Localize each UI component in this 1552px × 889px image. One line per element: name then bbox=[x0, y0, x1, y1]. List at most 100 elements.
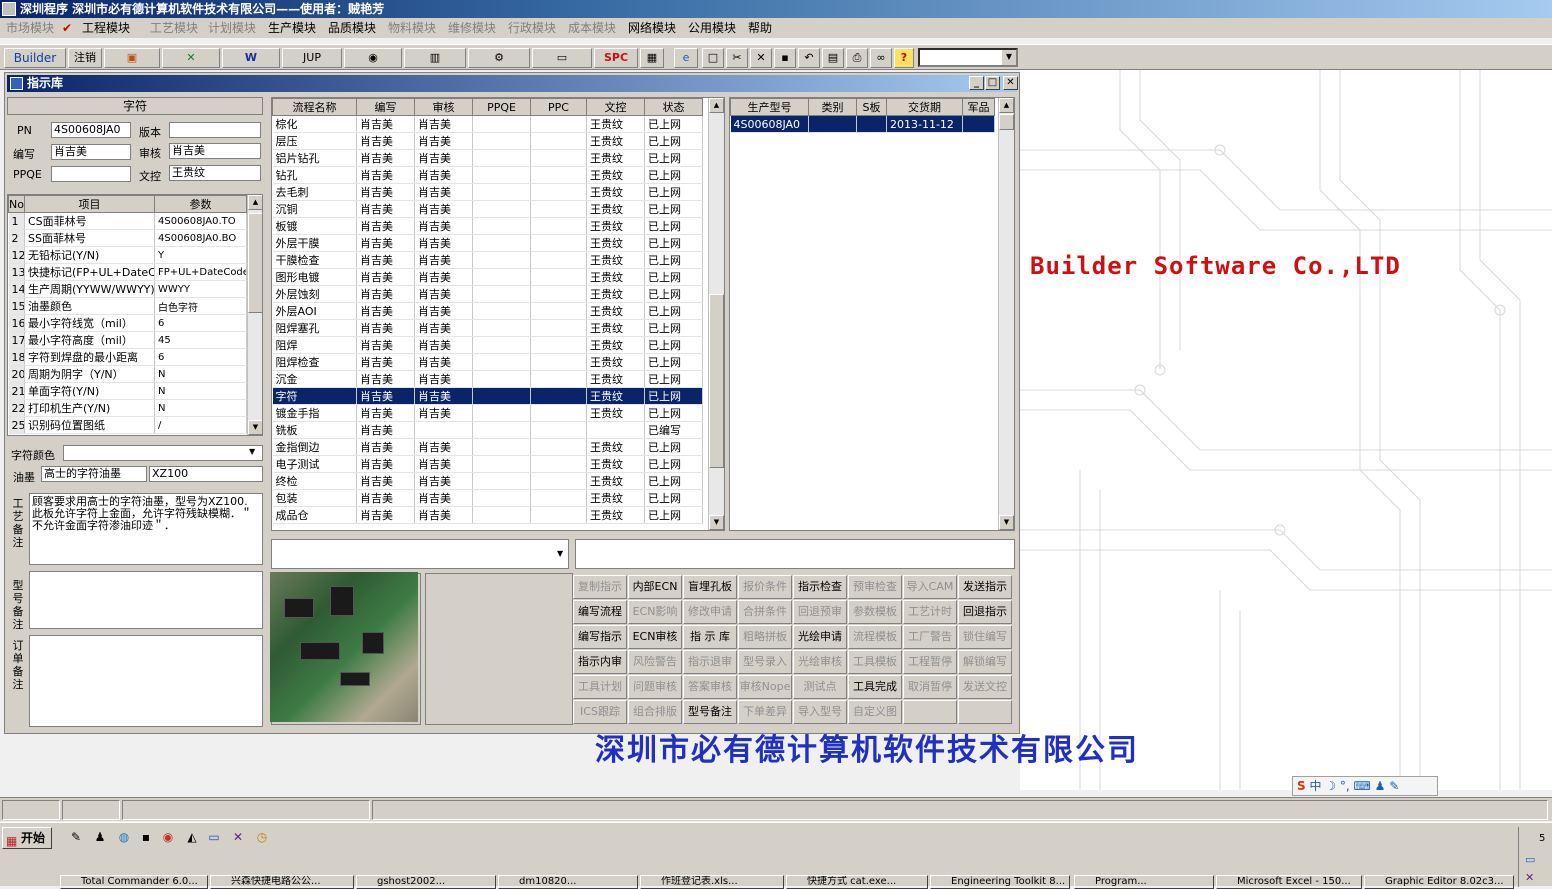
taskbar-item[interactable]: Microsoft Excel - 150... bbox=[1216, 875, 1362, 889]
action-button[interactable]: 取消暂停 bbox=[903, 675, 957, 699]
jup-button[interactable]: JUP bbox=[282, 48, 342, 68]
action-button[interactable]: 导入CAM bbox=[903, 575, 957, 599]
table-row[interactable]: 沉铜 肖吉美 肖吉美 王贵纹 已上网 bbox=[272, 200, 703, 218]
action-button[interactable]: 解锁编写 bbox=[958, 650, 1012, 674]
computer-icon[interactable]: ▭ bbox=[532, 48, 592, 68]
table-row[interactable]: 板镀 肖吉美 肖吉美 王贵纹 已上网 bbox=[272, 217, 703, 235]
binoculars-icon[interactable]: ∞ bbox=[870, 48, 892, 68]
action-button[interactable] bbox=[903, 700, 957, 724]
action-button[interactable]: 光绘申请 bbox=[793, 625, 847, 649]
taskbar-item[interactable]: Program... bbox=[1074, 875, 1214, 889]
param-scrollbar[interactable]: ▲ ▼ bbox=[247, 195, 262, 435]
action-button[interactable]: 风险警告 bbox=[628, 650, 682, 674]
action-button[interactable]: 回退预审 bbox=[793, 600, 847, 624]
table-row[interactable]: 17 最小字符高度（mil） 45 bbox=[8, 331, 247, 349]
eye-icon[interactable]: ◉ bbox=[344, 48, 402, 68]
tray-close-icon[interactable]: ✕ bbox=[1525, 871, 1534, 884]
table-row[interactable]: 电子测试 肖吉美 肖吉美 王贵纹 已上网 bbox=[272, 455, 703, 473]
action-button[interactable]: 指示退审 bbox=[683, 650, 737, 674]
table-row[interactable]: 图形电镀 肖吉美 肖吉美 王贵纹 已上网 bbox=[272, 268, 703, 286]
flow-header-name[interactable]: 流程名称 bbox=[272, 98, 357, 116]
table-row[interactable]: 字符 肖吉美 肖吉美 王贵纹 已上网 bbox=[272, 387, 703, 405]
flow-scrollbar[interactable]: ▲ ▼ bbox=[708, 98, 724, 530]
order-note-field[interactable] bbox=[29, 635, 263, 727]
action-button[interactable]: 答案审核 bbox=[683, 675, 737, 699]
print-icon[interactable]: ⎙ bbox=[846, 48, 868, 68]
model-header-sboard[interactable]: S板 bbox=[856, 98, 887, 116]
action-button[interactable]: 光绘审核 bbox=[793, 650, 847, 674]
menu-quality[interactable]: 品质模块 bbox=[328, 18, 376, 38]
action-button[interactable]: 问题审核 bbox=[628, 675, 682, 699]
globe-icon[interactable]: ◍ bbox=[116, 829, 132, 845]
model-header-military[interactable]: 军品 bbox=[962, 98, 995, 116]
table-row[interactable]: 1 CS面菲林号 4S00608JA0.TO bbox=[8, 212, 247, 230]
table-row[interactable]: 22 打印机生产(Y/N) N bbox=[8, 399, 247, 417]
minimize-icon[interactable]: _ bbox=[969, 76, 984, 90]
database-icon[interactable]: ▥ bbox=[404, 48, 466, 68]
scroll-thumb[interactable] bbox=[248, 213, 262, 313]
action-button[interactable]: 指示内审 bbox=[573, 650, 627, 674]
scroll-up-icon[interactable]: ▲ bbox=[248, 195, 262, 210]
new-file-icon[interactable]: □ bbox=[702, 48, 724, 68]
flow-header-status[interactable]: 状态 bbox=[644, 98, 703, 116]
logout-button[interactable]: 注销 bbox=[68, 48, 102, 68]
table-row[interactable]: 阻焊 肖吉美 肖吉美 王贵纹 已上网 bbox=[272, 336, 703, 354]
table-row[interactable]: 阻焊检查 肖吉美 肖吉美 王贵纹 已上网 bbox=[272, 353, 703, 371]
table-row[interactable]: 棕化 肖吉美 肖吉美 王贵纹 已上网 bbox=[272, 115, 703, 133]
menu-process[interactable]: 工艺模块 bbox=[150, 18, 198, 38]
action-button[interactable]: 工具计划 bbox=[573, 675, 627, 699]
flow-combo[interactable] bbox=[271, 539, 569, 569]
table-row[interactable]: 18 字符到焊盘的最小距离 6 bbox=[8, 348, 247, 366]
chevron-down-icon[interactable]: ▼ bbox=[249, 447, 255, 456]
save-icon[interactable]: ▪ bbox=[138, 829, 154, 845]
ppqe-field[interactable] bbox=[51, 166, 131, 182]
taskbar-item[interactable]: Graphic Editor 8.02c3... bbox=[1364, 875, 1514, 889]
action-button[interactable]: 编写流程 bbox=[573, 600, 627, 624]
ink-name-field[interactable]: 高士的字符油墨 bbox=[41, 466, 147, 482]
menu-repair[interactable]: 维修模块 bbox=[448, 18, 496, 38]
ppt-icon[interactable]: ▣ bbox=[104, 48, 160, 68]
editor-field[interactable]: 肖吉美 bbox=[51, 144, 131, 160]
action-button[interactable]: 工具完成 bbox=[848, 675, 902, 699]
flow-header-reviewer[interactable]: 审核 bbox=[414, 98, 473, 116]
model-scrollbar[interactable]: ▲ ▼ bbox=[998, 98, 1014, 530]
scroll-thumb[interactable] bbox=[999, 114, 1014, 130]
menu-engineering[interactable]: 工程模块 bbox=[82, 18, 130, 38]
table-row[interactable]: 铝片钻孔 肖吉美 肖吉美 王贵纹 已上网 bbox=[272, 149, 703, 167]
action-button[interactable]: 发送文控 bbox=[958, 675, 1012, 699]
ime-toolbar[interactable]: S 中 ☽ °, ⌨ ♟ ✎ bbox=[1292, 776, 1438, 796]
builder-button[interactable]: Builder bbox=[4, 48, 66, 68]
toolbar-combo[interactable]: ▼ bbox=[918, 48, 1018, 67]
shapes-icon[interactable]: ◭ bbox=[184, 829, 200, 845]
close-icon[interactable]: ✕ bbox=[1003, 76, 1018, 90]
action-button[interactable]: 报价条件 bbox=[738, 575, 792, 599]
ie-icon[interactable]: e bbox=[674, 48, 698, 68]
action-button[interactable]: 粗略拼板 bbox=[738, 625, 792, 649]
action-button[interactable]: ICS跟踪 bbox=[573, 700, 627, 724]
action-button[interactable]: 型号录入 bbox=[738, 650, 792, 674]
action-button[interactable]: 内部ECN bbox=[628, 575, 682, 599]
chevron-down-icon[interactable]: ▼ bbox=[1002, 50, 1016, 65]
table-row[interactable]: 4S00608JA0 2013-11-12 bbox=[730, 115, 995, 133]
table-row[interactable]: 层压 肖吉美 肖吉美 王贵纹 已上网 bbox=[272, 132, 703, 150]
scroll-down-icon[interactable]: ▼ bbox=[248, 420, 262, 435]
clock-icon[interactable]: ◷ bbox=[254, 829, 270, 845]
table-row[interactable]: 镀金手指 肖吉美 肖吉美 王贵纹 已上网 bbox=[272, 404, 703, 422]
action-button[interactable]: 组合排版 bbox=[628, 700, 682, 724]
pn-field[interactable]: 4S00608JA0 bbox=[51, 122, 131, 138]
param-header-item[interactable]: 项目 bbox=[24, 195, 155, 213]
table-row[interactable]: 钻孔 肖吉美 肖吉美 王贵纹 已上网 bbox=[272, 166, 703, 184]
table-row[interactable]: 外层AOI 肖吉美 肖吉美 王贵纹 已上网 bbox=[272, 302, 703, 320]
people-icon[interactable]: ♟ bbox=[92, 829, 108, 845]
table-row[interactable]: 沉金 肖吉美 肖吉美 王贵纹 已上网 bbox=[272, 370, 703, 388]
undo-icon[interactable]: ↶ bbox=[798, 48, 820, 68]
model-header-code[interactable]: 生产型号 bbox=[730, 98, 809, 116]
table-row[interactable]: 包装 肖吉美 肖吉美 王贵纹 已上网 bbox=[272, 489, 703, 507]
taskbar-item[interactable]: 兴森快捷电路公公... bbox=[210, 875, 354, 889]
close-icon[interactable]: ✕ bbox=[230, 829, 246, 845]
menu-common[interactable]: 公用模块 bbox=[688, 18, 736, 38]
char-color-select[interactable] bbox=[63, 445, 263, 461]
table-row[interactable]: 25 识别码位置图纸 / bbox=[8, 416, 247, 434]
start-button[interactable]: ▦ 开始 bbox=[2, 827, 52, 849]
taskbar-item[interactable]: dm10820... bbox=[498, 875, 638, 889]
